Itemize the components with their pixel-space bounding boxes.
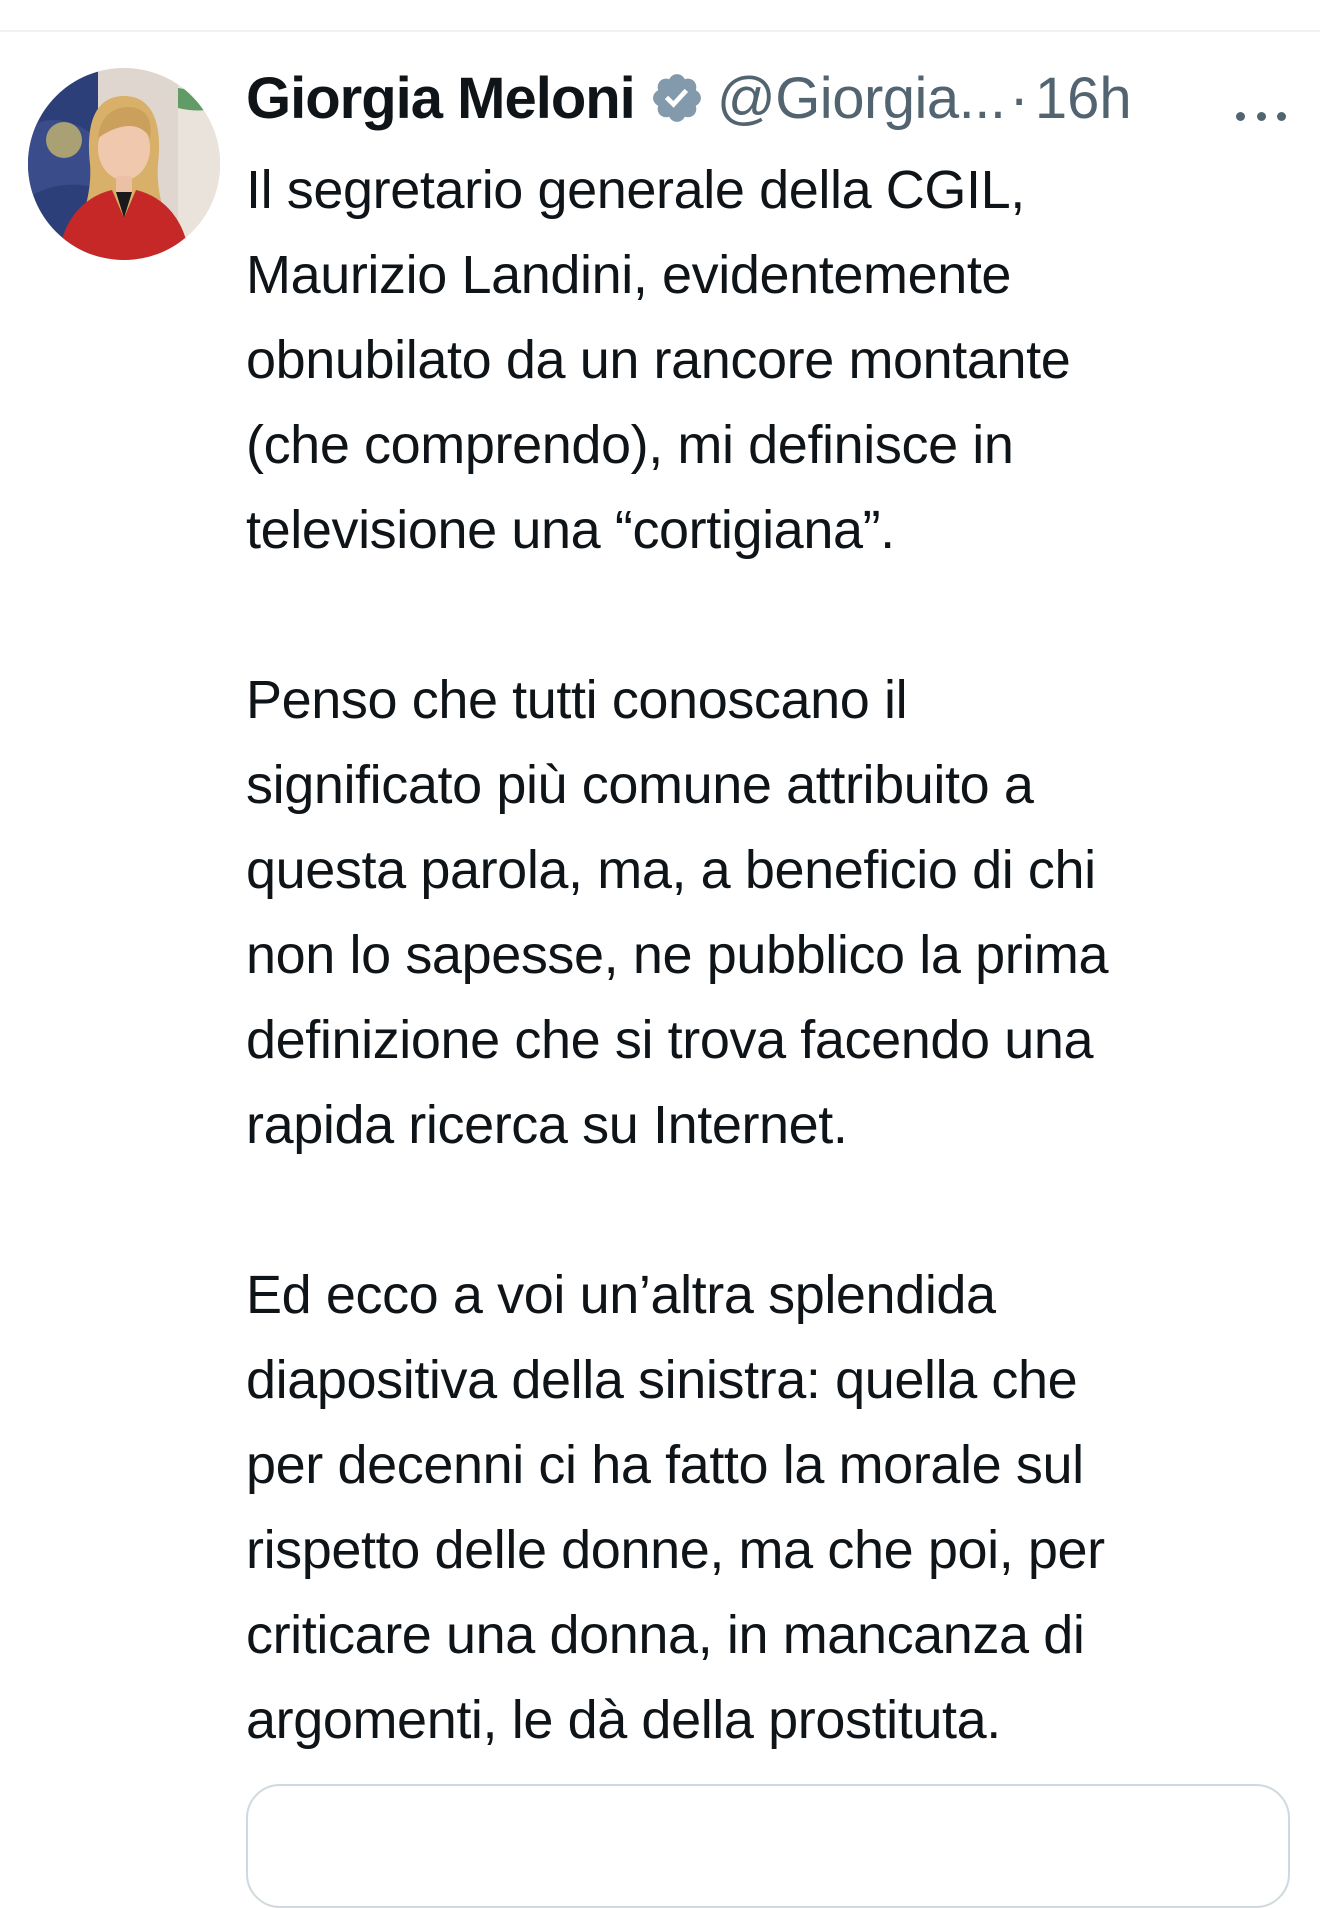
tweet-paragraph: Ed ecco a voi un’altra splendida diaposi… <box>246 1253 1296 1763</box>
more-dot <box>1256 111 1266 121</box>
tweet-line: Il segretario generale della CGIL, <box>246 160 1025 220</box>
tweet-line: argomenti, le dà della prostituta. <box>246 1690 1001 1750</box>
tweet-line: criticare una donna, in mancanza di <box>246 1605 1085 1665</box>
separator-dot: · <box>1009 65 1029 131</box>
tweet-line: diapositiva della sinistra: quella che <box>246 1350 1078 1410</box>
tweet-line: Maurizio Landini, evidentemente <box>246 245 1012 305</box>
more-options-icon[interactable] <box>1236 106 1286 126</box>
more-dot <box>1277 111 1286 121</box>
avatar-image <box>28 68 220 260</box>
tweet-line: Ed ecco a voi un’altra splendida <box>246 1265 996 1325</box>
tweet-paragraph: Il segretario generale della CGIL, Mauri… <box>246 148 1296 573</box>
tweet[interactable]: Giorgia Meloni @Giorgia... · 16h Il segr… <box>0 32 1320 1908</box>
verified-badge-icon[interactable] <box>649 70 705 126</box>
tweet-line: obnubilato da un rancore montante <box>246 330 1071 390</box>
tweet-paragraph: Penso che tutti conoscano il significato… <box>246 658 1296 1168</box>
tweet-line: (che comprendo), mi definisce in <box>246 415 1014 475</box>
tweet-line: per decenni ci ha fatto la morale sul <box>246 1435 1084 1495</box>
tweet-line: significato più comune attribuito a <box>246 755 1034 815</box>
tweet-line: non lo sapesse, ne pubblico la prima <box>246 925 1109 985</box>
media-card-preview[interactable] <box>246 1784 1290 1908</box>
tweet-line: rapida ricerca su Internet. <box>246 1095 848 1155</box>
tweet-header: Giorgia Meloni @Giorgia... · 16h <box>246 58 1306 138</box>
tweet-line: questa parola, ma, a beneficio di chi <box>246 840 1096 900</box>
author-display-name[interactable]: Giorgia Meloni <box>246 65 636 132</box>
tweet-line: definizione che si trova facendo una <box>246 1010 1094 1070</box>
more-dot <box>1236 111 1245 121</box>
tweet-line: televisione una “cortigiana”. <box>246 500 895 560</box>
tweet-timestamp[interactable]: 16h <box>1035 65 1132 132</box>
avatar[interactable] <box>28 68 220 260</box>
tweet-text: Il segretario generale della CGIL, Mauri… <box>246 148 1296 1763</box>
author-handle[interactable]: @Giorgia... <box>717 65 1006 132</box>
tweet-line: rispetto delle donne, ma che poi, per <box>246 1520 1105 1580</box>
tweet-line: Penso che tutti conoscano il <box>246 670 908 730</box>
